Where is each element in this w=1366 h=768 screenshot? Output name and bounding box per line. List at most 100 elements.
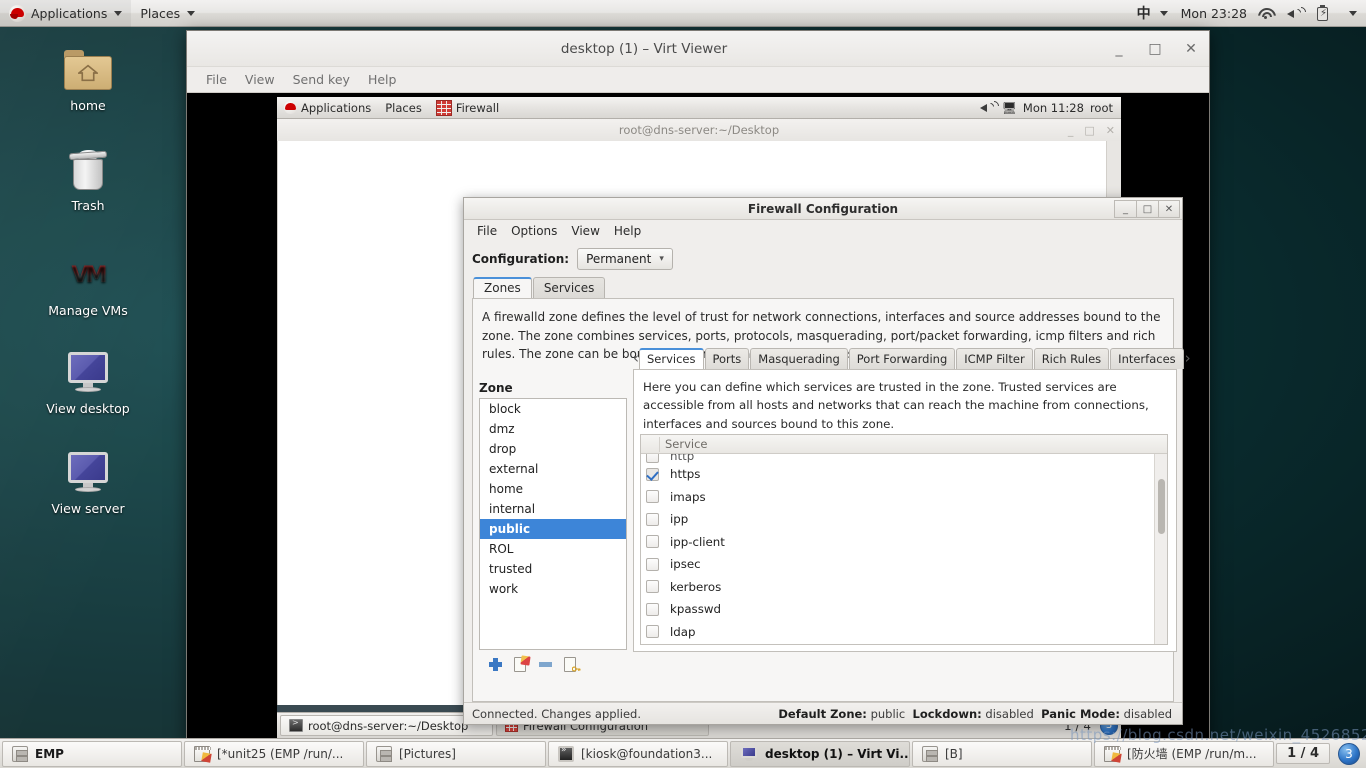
service-row[interactable]: kpasswd bbox=[641, 598, 1167, 621]
guest-places-menu[interactable]: Places bbox=[378, 97, 429, 119]
zone-list-item[interactable]: drop bbox=[480, 439, 626, 459]
desktop-icon-view-server[interactable]: View server bbox=[33, 448, 143, 516]
zone-list-item[interactable]: ROL bbox=[480, 539, 626, 559]
scrollbar-thumb[interactable] bbox=[1158, 479, 1165, 534]
menu-options[interactable]: Options bbox=[504, 221, 564, 241]
host-taskbar-item-firewall-doc[interactable]: [防火墙 (EMP /run/m... bbox=[1094, 740, 1274, 767]
places-menu[interactable]: Places bbox=[131, 0, 204, 27]
host-tray-badge[interactable]: 3 bbox=[1338, 742, 1360, 765]
host-taskbar-item-pictures[interactable]: [Pictures] bbox=[366, 740, 546, 767]
desktop-icon-trash[interactable]: Trash bbox=[33, 145, 143, 213]
tab-ports[interactable]: Ports bbox=[704, 347, 750, 369]
zone-list-item[interactable]: home bbox=[480, 479, 626, 499]
host-taskbar-item-kiosk[interactable]: [kiosk@foundation3... bbox=[548, 740, 728, 767]
service-checkbox[interactable] bbox=[646, 535, 659, 549]
menu-view[interactable]: View bbox=[236, 69, 284, 90]
volume-icon[interactable] bbox=[1286, 4, 1309, 21]
close-button[interactable]: ✕ bbox=[1106, 124, 1115, 137]
maximize-button[interactable]: □ bbox=[1137, 31, 1173, 67]
tab-scroll-right-icon[interactable]: › bbox=[1185, 349, 1191, 367]
zone-list-item[interactable]: work bbox=[480, 579, 626, 599]
services-list[interactable]: Service http https imaps ipp ipp-client … bbox=[640, 434, 1168, 645]
guest-window-menu-firewall[interactable]: Firewall bbox=[429, 97, 506, 119]
battery-icon[interactable]: ⚡ bbox=[1315, 4, 1332, 21]
minimize-button[interactable]: _ bbox=[1068, 124, 1074, 137]
guest-user-menu[interactable]: root bbox=[1090, 101, 1113, 115]
host-taskbar-item-unit25[interactable]: [*unit25 (EMP /run/... bbox=[184, 740, 364, 767]
service-row[interactable]: kerberos bbox=[641, 576, 1167, 599]
guest-clock[interactable]: Mon 11:28 bbox=[1023, 101, 1084, 115]
menu-view[interactable]: View bbox=[564, 221, 606, 241]
desktop-icon-home[interactable]: home bbox=[33, 45, 143, 113]
menu-file[interactable]: File bbox=[470, 221, 504, 241]
network-icon[interactable]: 🖥 bbox=[1002, 101, 1017, 115]
service-checkbox[interactable] bbox=[646, 490, 659, 504]
menu-file[interactable]: File bbox=[197, 69, 236, 90]
virt-viewer-titlebar[interactable]: desktop (1) – Virt Viewer _ □ ✕ bbox=[187, 31, 1209, 67]
volume-icon[interactable] bbox=[979, 98, 1001, 115]
configuration-row: Configuration: Permanent ▾ bbox=[464, 242, 1182, 276]
configuration-select[interactable]: Permanent ▾ bbox=[577, 248, 673, 270]
close-button[interactable]: ✕ bbox=[1158, 200, 1180, 218]
guest-applications-menu[interactable]: Applications bbox=[277, 97, 378, 119]
add-zone-icon[interactable] bbox=[487, 656, 504, 673]
edit-zone-icon[interactable] bbox=[512, 655, 531, 673]
wifi-icon[interactable] bbox=[1257, 6, 1274, 21]
zone-list-item[interactable]: dmz bbox=[480, 419, 626, 439]
zone-list-item[interactable]: external bbox=[480, 459, 626, 479]
host-taskbar-item-emp[interactable]: EMP bbox=[2, 740, 182, 767]
service-row[interactable]: http bbox=[641, 454, 1167, 463]
zone-list-item[interactable]: internal bbox=[480, 499, 626, 519]
guest-terminal-titlebar[interactable]: root@dns-server:~/Desktop _ □ ✕ bbox=[277, 119, 1121, 141]
tab-interfaces[interactable]: Interfaces bbox=[1110, 347, 1184, 369]
host-taskbar-item-virt-viewer[interactable]: desktop (1) – Virt Vi... bbox=[730, 740, 910, 767]
tab-services[interactable]: Services bbox=[639, 347, 704, 369]
virt-viewer-canvas[interactable]: Applications Places Firewall 🖥 Mon 11:28… bbox=[187, 94, 1209, 741]
service-row[interactable]: https bbox=[641, 463, 1167, 486]
zone-list[interactable]: block dmz drop external home internal pu… bbox=[479, 398, 627, 650]
load-default-icon[interactable] bbox=[562, 656, 581, 673]
notepad-icon bbox=[194, 745, 211, 762]
menu-help[interactable]: Help bbox=[607, 221, 648, 241]
services-scrollbar[interactable] bbox=[1154, 454, 1167, 644]
close-button[interactable]: ✕ bbox=[1173, 31, 1209, 67]
remove-zone-icon[interactable] bbox=[537, 656, 554, 673]
tab-icmp-filter[interactable]: ICMP Filter bbox=[956, 347, 1033, 369]
service-row[interactable]: ipp bbox=[641, 508, 1167, 531]
zone-list-item[interactable]: trusted bbox=[480, 559, 626, 579]
taskbar-item-terminal[interactable]: root@dns-server:~/Desktop bbox=[280, 715, 493, 736]
system-menu-chevron[interactable] bbox=[1338, 0, 1366, 27]
service-row[interactable]: imaps bbox=[641, 486, 1167, 509]
minimize-button[interactable]: _ bbox=[1101, 31, 1137, 67]
host-clock[interactable]: Mon 23:28 bbox=[1177, 6, 1251, 21]
tab-port-forwarding[interactable]: Port Forwarding bbox=[848, 347, 956, 369]
service-row[interactable]: ldap bbox=[641, 621, 1167, 644]
menu-help[interactable]: Help bbox=[359, 69, 406, 90]
desktop-icon-manage-vms[interactable]: VM Manage VMs bbox=[33, 250, 143, 319]
tab-services[interactable]: Services bbox=[532, 277, 606, 298]
input-method-indicator[interactable]: 中 bbox=[1128, 0, 1177, 27]
service-checkbox[interactable] bbox=[646, 512, 659, 526]
applications-menu[interactable]: Applications bbox=[0, 0, 132, 27]
desktop-icon-view-desktop[interactable]: View desktop bbox=[33, 348, 143, 416]
service-checkbox[interactable] bbox=[646, 580, 659, 594]
service-row[interactable]: ipp-client bbox=[641, 531, 1167, 554]
service-checkbox-checked[interactable] bbox=[646, 467, 659, 481]
maximize-button[interactable]: □ bbox=[1084, 124, 1094, 137]
service-checkbox[interactable] bbox=[646, 454, 659, 463]
minimize-button[interactable]: _ bbox=[1114, 200, 1136, 218]
service-checkbox[interactable] bbox=[646, 625, 659, 639]
firewall-titlebar[interactable]: Firewall Configuration _ □ ✕ bbox=[464, 198, 1182, 220]
tab-masquerading[interactable]: Masquerading bbox=[750, 347, 848, 369]
service-checkbox[interactable] bbox=[646, 557, 659, 571]
service-checkbox[interactable] bbox=[646, 602, 659, 616]
maximize-button[interactable]: □ bbox=[1136, 200, 1158, 218]
zone-list-item[interactable]: block bbox=[480, 399, 626, 419]
menu-send-key[interactable]: Send key bbox=[284, 69, 359, 90]
zone-list-item-selected[interactable]: public bbox=[480, 519, 626, 539]
tab-zones[interactable]: Zones bbox=[473, 277, 532, 298]
host-workspace-pager[interactable]: 1 / 4 bbox=[1276, 743, 1330, 764]
service-row[interactable]: ipsec bbox=[641, 553, 1167, 576]
tab-rich-rules[interactable]: Rich Rules bbox=[1033, 347, 1110, 369]
host-taskbar-item-b[interactable]: [B] bbox=[912, 740, 1092, 767]
